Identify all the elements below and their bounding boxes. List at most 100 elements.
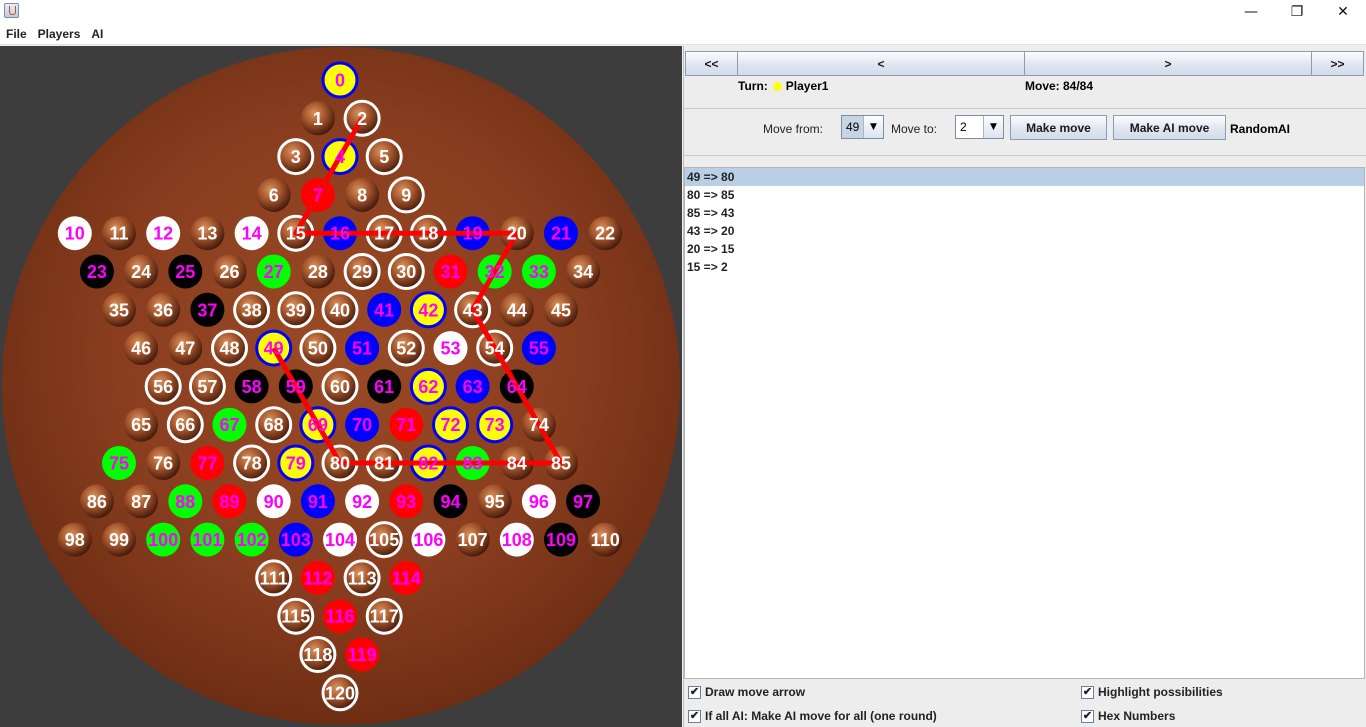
hole-label: 86 [87, 492, 107, 512]
move-to-value: 2 [960, 120, 967, 134]
history-item[interactable]: 80 => 85 [685, 186, 1364, 204]
hole-label: 43 [463, 300, 483, 320]
hole-label: 55 [529, 339, 549, 359]
control-panel: << < > >> Turn: Player1 Move: 84/84 Move… [683, 46, 1366, 727]
hole-label: 63 [463, 377, 483, 397]
game-board-panel: 0 1 2 3 4 5 6 7 8 9 10 11 12 13 14 15 16 17 18 19 20 21 22 23 24… [0, 46, 682, 727]
hole-label: 87 [131, 492, 151, 512]
hole-label: 34 [573, 262, 593, 282]
hole-label: 108 [502, 530, 532, 550]
hole-label: 59 [286, 377, 306, 397]
move-history-list[interactable]: 49 => 80 80 => 85 85 => 43 43 => 20 20 => 15… [684, 167, 1365, 679]
hole-label: 39 [286, 300, 306, 320]
hole-label: 62 [418, 377, 438, 397]
chevron-down-icon: ▼ [863, 116, 883, 138]
highlight-label: Highlight possibilities [1098, 685, 1223, 699]
history-item[interactable]: 43 => 20 [685, 222, 1364, 240]
first-move-button[interactable]: << [685, 51, 738, 76]
hole-label: 80 [330, 454, 350, 474]
hole-label: 73 [485, 415, 505, 435]
draw-arrow-checkbox[interactable]: ✔ Draw move arrow [688, 685, 805, 699]
hex-numbers-label: Hex Numbers [1098, 709, 1176, 723]
hole-label: 95 [485, 492, 505, 512]
hole-label: 45 [551, 300, 571, 320]
next-move-button[interactable]: > [1024, 51, 1312, 76]
menu-ai[interactable]: AI [91, 27, 103, 41]
hole-label: 41 [374, 300, 394, 320]
hole-label: 78 [242, 454, 262, 474]
hole-label: 38 [242, 300, 262, 320]
hole-label: 15 [286, 224, 306, 244]
hole-label: 119 [348, 645, 377, 665]
restore-icon: ❐ [1290, 3, 1304, 20]
hole-label: 82 [418, 454, 438, 474]
menu-players[interactable]: Players [38, 27, 81, 41]
ai-all-label: If all AI: Make AI move for all (one rou… [705, 709, 937, 723]
hole-label: 36 [153, 300, 173, 320]
hole-label: 110 [591, 530, 620, 550]
history-item[interactable]: 85 => 43 [685, 204, 1364, 222]
hole-label: 101 [192, 530, 222, 550]
hex-numbers-checkbox[interactable]: ✔ Hex Numbers [1081, 709, 1175, 723]
hole-label: 25 [175, 262, 195, 282]
hole-label: 106 [413, 530, 443, 550]
hole-label: 51 [352, 339, 372, 359]
ai-all-checkbox[interactable]: ✔ If all AI: Make AI move for all (one r… [688, 709, 937, 723]
hole-label: 116 [325, 607, 354, 627]
java-app-icon [4, 3, 19, 18]
hole-label: 47 [175, 339, 195, 359]
move-from-select[interactable]: 49 ▼ [841, 115, 884, 139]
history-item[interactable]: 20 => 15 [685, 240, 1364, 258]
highlight-checkbox[interactable]: ✔ Highlight possibilities [1081, 685, 1223, 699]
minimize-button[interactable]: — [1228, 0, 1274, 23]
hole-label: 53 [440, 339, 460, 359]
hole-label: 84 [507, 454, 527, 474]
make-move-button[interactable]: Make move [1010, 115, 1107, 140]
hole-label: 113 [348, 568, 377, 588]
hole-label: 97 [573, 492, 593, 512]
hole-label: 112 [303, 568, 332, 588]
move-to-select[interactable]: 2 ▼ [955, 115, 1004, 139]
minimize-icon: — [1244, 3, 1258, 20]
hole-label: 65 [131, 415, 151, 435]
restore-button[interactable]: ❐ [1274, 0, 1320, 23]
game-board[interactable]: 01 23 4 56 7 8 910 11 12 13 14 15 16 17 18 19 20 21 2223 24… [0, 46, 682, 727]
hole-label: 114 [392, 568, 421, 588]
hole-label: 88 [175, 492, 195, 512]
player-color-dot [772, 81, 782, 91]
hole-label: 8 [357, 185, 367, 205]
hole-label: 1 [313, 109, 323, 129]
hole-label: 120 [325, 683, 355, 703]
hole-label: 44 [507, 300, 527, 320]
checkmark-icon: ✔ [688, 685, 701, 699]
checkmark-icon: ✔ [1081, 685, 1094, 699]
hole-label: 109 [546, 530, 576, 550]
move-to-label: Move to: [891, 122, 938, 136]
hole-label: 48 [219, 339, 239, 359]
hole-label: 17 [374, 224, 394, 244]
hole-label: 11 [109, 224, 128, 244]
hole-label: 16 [330, 224, 350, 244]
hole-label: 7 [313, 185, 323, 205]
make-ai-move-button[interactable]: Make AI move [1113, 115, 1226, 140]
history-item[interactable]: 49 => 80 [685, 168, 1364, 186]
hole-label: 103 [281, 530, 311, 550]
last-move-button[interactable]: >> [1311, 51, 1364, 76]
hole-label: 28 [308, 262, 328, 282]
hole-label: 26 [219, 262, 239, 282]
history-item[interactable]: 15 => 2 [685, 258, 1364, 276]
hole-label: 40 [330, 300, 350, 320]
hole-label: 37 [197, 300, 217, 320]
hole-label: 75 [109, 454, 129, 474]
prev-move-button[interactable]: < [737, 51, 1025, 76]
hole-label: 54 [485, 339, 505, 359]
hole-label: 81 [374, 454, 394, 474]
hole-label: 96 [529, 492, 549, 512]
hole-label: 0 [335, 71, 345, 91]
hole-label: 60 [330, 377, 350, 397]
hole-label: 85 [551, 454, 571, 474]
hole-label: 52 [396, 339, 416, 359]
menu-file[interactable]: File [6, 27, 27, 41]
close-button[interactable]: ✕ [1320, 0, 1366, 23]
hole-label: 70 [352, 415, 372, 435]
